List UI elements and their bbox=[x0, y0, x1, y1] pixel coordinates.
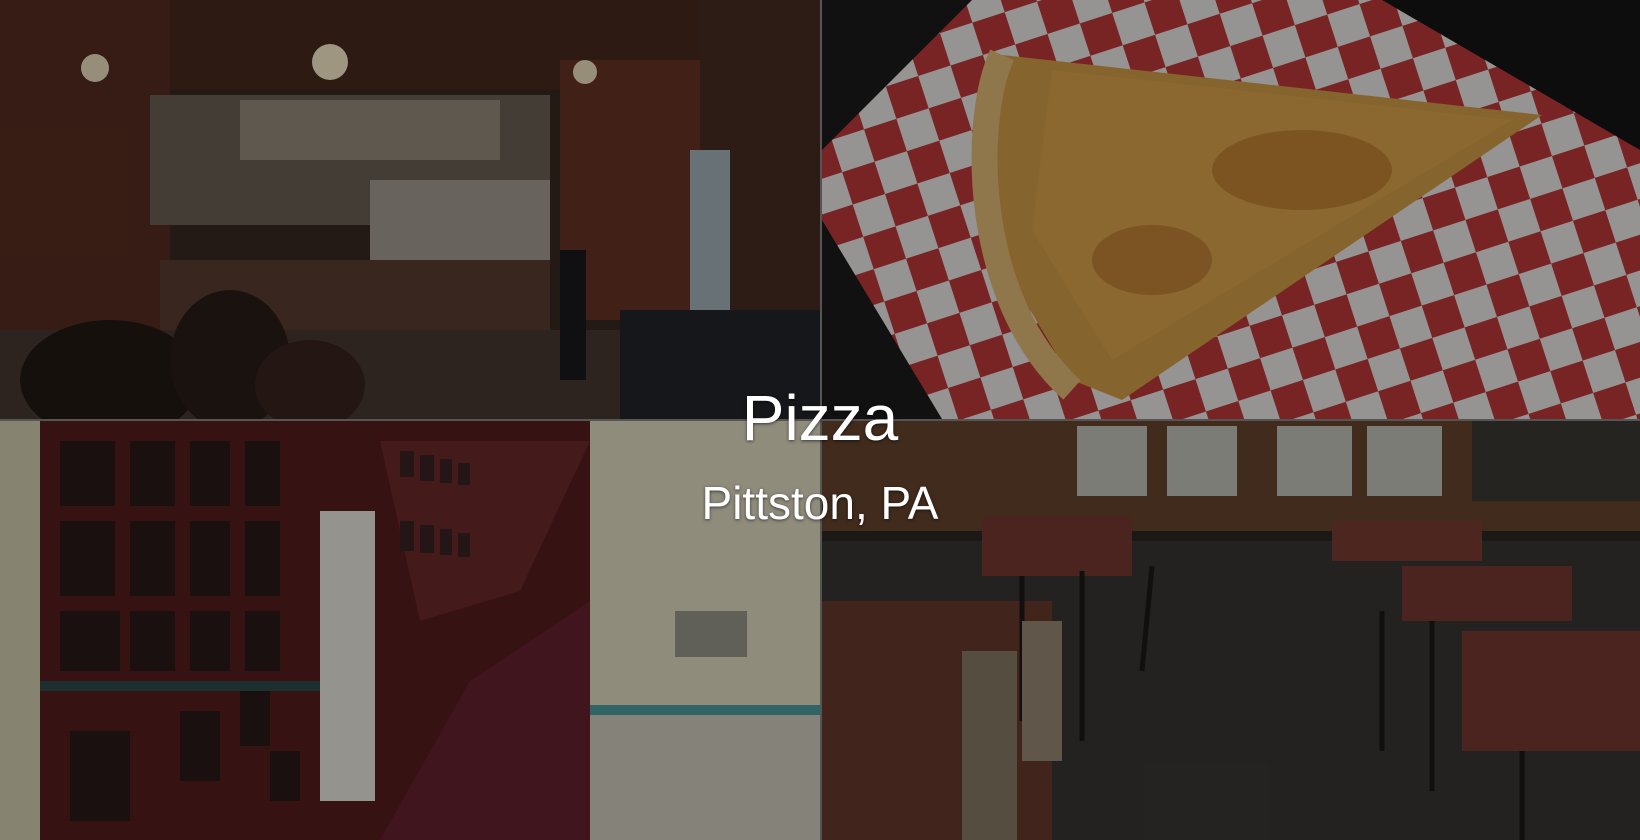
photo-pizza-slice bbox=[822, 0, 1640, 419]
photo-restaurant-counter bbox=[0, 0, 820, 419]
photo-collage: Pizza Pittston, PA bbox=[0, 0, 1640, 840]
location-subtitle: Pittston, PA bbox=[701, 477, 939, 529]
location-title: Pizza bbox=[741, 382, 899, 454]
